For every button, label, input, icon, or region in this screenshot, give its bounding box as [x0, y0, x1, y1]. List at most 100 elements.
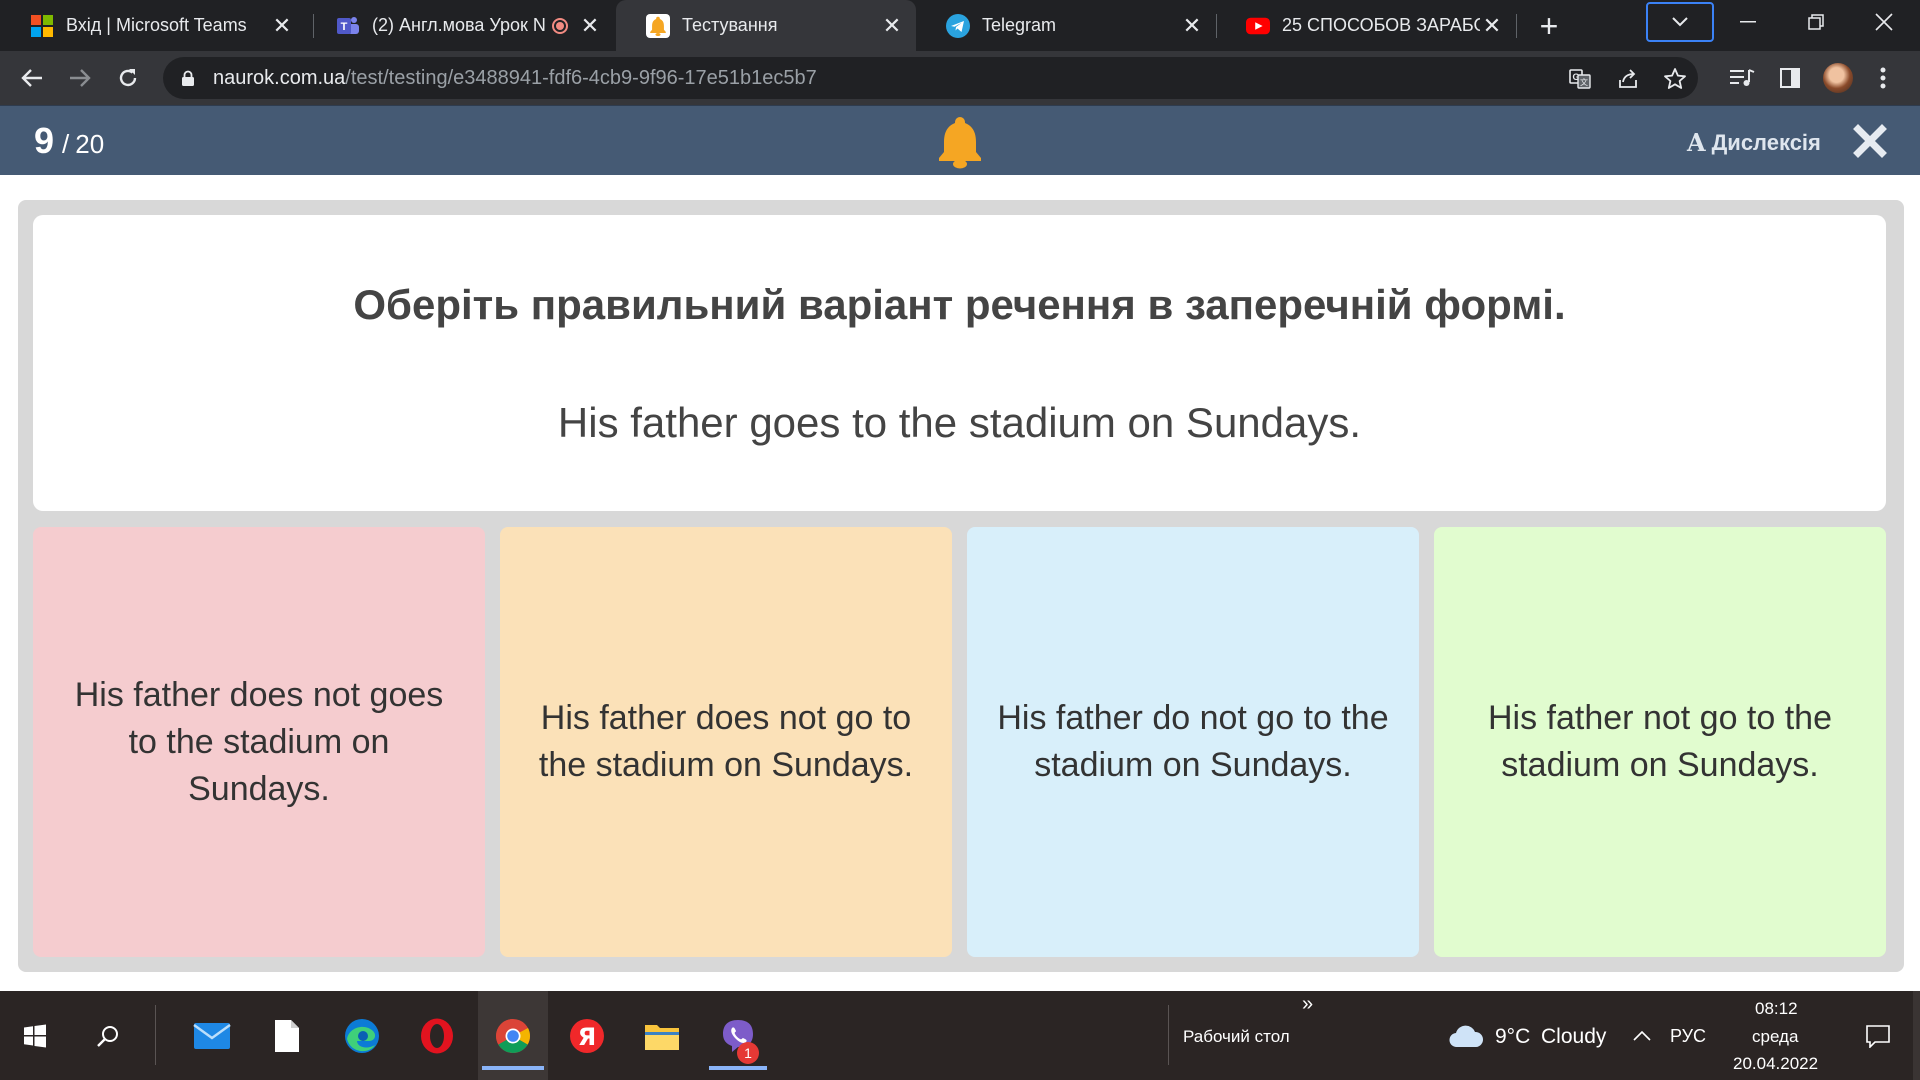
- profile-avatar[interactable]: [1823, 63, 1853, 93]
- share-icon[interactable]: [1615, 66, 1641, 92]
- svg-text:Я: Я: [578, 1023, 596, 1051]
- close-tab-icon[interactable]: ✕: [880, 13, 904, 38]
- answer-text: His father not go to the stadium on Sund…: [1488, 699, 1832, 784]
- windows-logo-icon: [24, 1024, 46, 1047]
- search-icon: [97, 1025, 118, 1047]
- tab-telegram[interactable]: Telegram ✕: [916, 0, 1216, 51]
- taskbar-divider: [1168, 1005, 1169, 1065]
- close-tab-icon[interactable]: ✕: [578, 13, 602, 38]
- language-indicator[interactable]: РУС: [1670, 1026, 1706, 1047]
- edge-icon: [345, 1018, 379, 1053]
- tab-search-button[interactable]: [1646, 2, 1714, 42]
- minimize-icon: [1740, 21, 1756, 23]
- opera-app[interactable]: [405, 991, 469, 1080]
- dyslexia-toggle[interactable]: A Дислексія: [1687, 128, 1821, 157]
- tab-divider: [1516, 14, 1517, 38]
- address-bar[interactable]: naurok.com.ua/test/testing/e3488941-fdf6…: [163, 57, 1698, 99]
- clock-time[interactable]: 08:12: [1755, 999, 1798, 1019]
- show-hidden-icons-button[interactable]: [1627, 991, 1657, 1080]
- clock-date[interactable]: 20.04.2022: [1733, 1054, 1818, 1074]
- opera-icon: [421, 1018, 453, 1053]
- side-panel-icon[interactable]: [1775, 63, 1805, 93]
- search-button[interactable]: [76, 991, 140, 1080]
- question-panel: Оберіть правильний варіант речення в зап…: [18, 200, 1904, 972]
- desktop-toolbar-label[interactable]: Рабочий стол: [1183, 1027, 1290, 1047]
- restore-button[interactable]: [1782, 0, 1850, 44]
- current-question-number: 9: [34, 120, 55, 161]
- taskbar-divider: [155, 1005, 156, 1065]
- tab-microsoft-teams[interactable]: Вхід | Microsoft Teams ✕: [0, 0, 306, 51]
- minimize-button[interactable]: [1714, 0, 1782, 44]
- answer-option-1[interactable]: His father does not goes to the stadium …: [33, 527, 485, 957]
- svg-text:文: 文: [1580, 77, 1588, 87]
- quiz-body: Оберіть правильний варіант речення в зап…: [0, 175, 1920, 991]
- close-tab-icon[interactable]: ✕: [1180, 13, 1204, 38]
- start-button[interactable]: [0, 991, 70, 1080]
- teams-icon: T: [336, 14, 360, 38]
- telegram-icon: [946, 13, 970, 38]
- tab-teams-lesson[interactable]: T (2) Англ.мова Урок N ✕: [306, 0, 614, 51]
- file-explorer-app[interactable]: [630, 991, 694, 1080]
- yandex-icon: Я: [570, 1018, 604, 1053]
- reload-button[interactable]: [110, 60, 146, 96]
- close-tab-icon[interactable]: ✕: [270, 13, 294, 38]
- notification-badge: 1: [737, 1042, 759, 1064]
- bell-icon: [939, 117, 981, 169]
- weather-temperature[interactable]: 9°C: [1495, 1025, 1530, 1049]
- question-text: His father goes to the stadium on Sunday…: [557, 399, 1362, 446]
- youtube-icon: [1246, 14, 1270, 38]
- active-app-indicator: [709, 1066, 767, 1070]
- microsoft-logo-icon: [30, 14, 54, 38]
- notifications-button[interactable]: [1852, 991, 1904, 1080]
- url-text: naurok.com.ua/test/testing/e3488941-fdf6…: [213, 66, 817, 89]
- answer-option-2[interactable]: His father does not go to the stadium on…: [500, 527, 952, 957]
- tab-testing[interactable]: Тестування ✕: [616, 0, 916, 51]
- window-close-button[interactable]: [1850, 0, 1918, 44]
- reload-icon: [119, 69, 137, 87]
- tab-title: Вхід | Microsoft Teams: [66, 15, 247, 35]
- tab-youtube[interactable]: 25 СПОСОБОВ ЗАРАБОТ ✕: [1216, 0, 1516, 51]
- tab-title: Тестування: [682, 15, 778, 35]
- forward-button[interactable]: [62, 60, 98, 96]
- close-tab-icon[interactable]: ✕: [1480, 13, 1504, 38]
- answer-text: His father do not go to the stadium on S…: [997, 699, 1389, 784]
- answer-text: His father does not go to the stadium on…: [538, 699, 914, 784]
- clock-day[interactable]: среда: [1752, 1027, 1798, 1047]
- total-questions: 20: [75, 129, 105, 159]
- edge-app[interactable]: [330, 991, 394, 1080]
- new-tab-button[interactable]: +: [1531, 8, 1567, 44]
- toolbar-expand-icon[interactable]: »: [1302, 993, 1313, 1016]
- tab-title: (2) Англ.мова Урок N: [372, 15, 546, 35]
- svg-text:T: T: [341, 21, 348, 33]
- tab-title: Telegram: [982, 15, 1057, 35]
- show-desktop-button[interactable]: [1913, 991, 1920, 1080]
- reading-list-icon[interactable]: [1727, 63, 1757, 93]
- mail-icon: [193, 1022, 231, 1049]
- question-counter: 9 / 20: [34, 120, 104, 162]
- back-button[interactable]: [14, 60, 50, 96]
- answer-option-4[interactable]: His father not go to the stadium on Sund…: [1434, 527, 1886, 957]
- mail-app[interactable]: [180, 991, 244, 1080]
- chevron-up-icon: [1633, 1030, 1651, 1041]
- answer-text: His father does not goes to the stadium …: [74, 675, 444, 808]
- document-icon: [275, 1019, 299, 1052]
- weather-condition[interactable]: Cloudy: [1541, 1025, 1606, 1049]
- notification-center-icon: [1866, 1024, 1890, 1048]
- answer-option-3[interactable]: His father do not go to the stadium on S…: [967, 527, 1419, 957]
- close-quiz-icon[interactable]: [1853, 124, 1887, 158]
- browser-toolbar: naurok.com.ua/test/testing/e3488941-fdf6…: [0, 51, 1920, 105]
- quiz-header: 9 / 20 A Дислексія: [0, 105, 1920, 175]
- question-card: Оберіть правильний варіант речення в зап…: [33, 215, 1886, 511]
- viber-app[interactable]: 1: [705, 991, 771, 1080]
- recording-icon: [552, 17, 568, 34]
- chrome-app[interactable]: [478, 991, 548, 1080]
- restore-icon: [1808, 14, 1824, 30]
- bookmark-star-icon[interactable]: [1662, 66, 1688, 92]
- translate-icon[interactable]: G文: [1567, 66, 1593, 92]
- browser-menu-icon[interactable]: [1868, 63, 1898, 93]
- file-app[interactable]: [255, 991, 319, 1080]
- yandex-app[interactable]: Я: [555, 991, 619, 1080]
- tab-title: 25 СПОСОБОВ ЗАРАБОТ: [1282, 15, 1480, 35]
- chrome-icon: [496, 1018, 530, 1053]
- weather-widget[interactable]: [1446, 991, 1486, 1080]
